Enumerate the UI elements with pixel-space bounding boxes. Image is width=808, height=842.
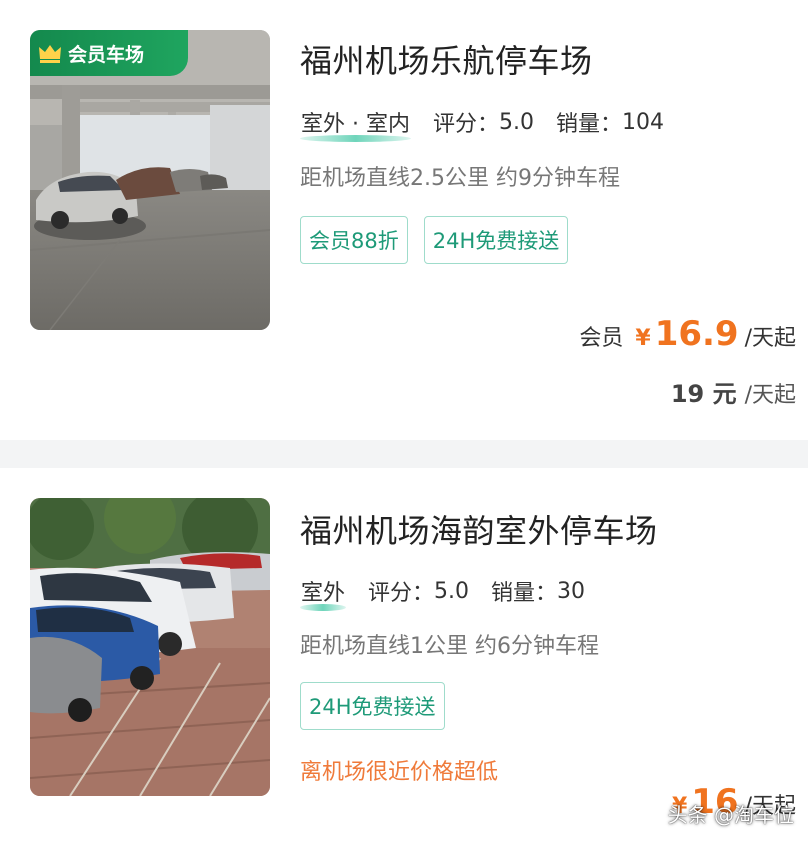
member-price: 会员 ¥ 16.9 /天起 bbox=[579, 314, 796, 354]
member-discount-tag: 会员88折 bbox=[300, 216, 408, 264]
regular-price-amount: 19 元 bbox=[670, 380, 737, 408]
price-unit: /天起 bbox=[744, 326, 796, 351]
crown-icon bbox=[39, 45, 61, 63]
feature-tags: 会员88折 24H免费接送 bbox=[300, 216, 584, 264]
environment-label: 室外 · 室内 bbox=[300, 106, 411, 142]
source-watermark: 头条 @淘车位 bbox=[667, 803, 794, 827]
feature-tags: 24H免费接送 bbox=[300, 682, 461, 730]
parking-listing-card[interactable]: 会员车场 福州机场乐航停车场 室外 · 室内 评分： 5.0 销量： 104 距… bbox=[0, 0, 808, 440]
distance-info: 距机场直线1公里 约6分钟车程 bbox=[300, 634, 599, 659]
sales-label: 销量： bbox=[491, 581, 558, 606]
free-shuttle-tag: 24H免费接送 bbox=[300, 682, 445, 730]
sales-value: 30 bbox=[557, 578, 586, 604]
parking-lot-photo[interactable] bbox=[30, 498, 270, 796]
regular-price-unit: /天起 bbox=[744, 383, 796, 408]
member-lot-badge: 会员车场 bbox=[30, 30, 188, 76]
promo-text: 离机场很近价格超低 bbox=[300, 760, 499, 785]
distance-info: 距机场直线2.5公里 约9分钟车程 bbox=[300, 166, 620, 191]
listing-title[interactable]: 福州机场乐航停车场 bbox=[300, 36, 593, 82]
rating-value: 5.0 bbox=[434, 578, 470, 604]
member-price-label: 会员 bbox=[579, 326, 624, 351]
currency-symbol: ¥ bbox=[635, 326, 651, 351]
environment-label: 室外 bbox=[300, 575, 347, 611]
parking-lot-photo[interactable]: 会员车场 bbox=[30, 30, 270, 330]
rating-label: 评分： bbox=[368, 581, 435, 606]
sales-label: 销量： bbox=[556, 112, 623, 137]
listing-title[interactable]: 福州机场海韵室外停车场 bbox=[300, 506, 658, 552]
member-price-amount: 16.9 bbox=[654, 314, 739, 354]
member-lot-label: 会员车场 bbox=[68, 43, 145, 66]
parking-listing-card[interactable]: 福州机场海韵室外停车场 室外 评分： 5.0 销量： 30 距机场直线1公里 约… bbox=[0, 468, 808, 842]
listing-meta: 室外 评分： 5.0 销量： 30 bbox=[300, 575, 586, 611]
sales-value: 104 bbox=[622, 109, 665, 135]
rating-value: 5.0 bbox=[499, 109, 534, 135]
rating-label: 评分： bbox=[432, 112, 499, 137]
listing-meta: 室外 · 室内 评分： 5.0 销量： 104 bbox=[300, 106, 665, 142]
free-shuttle-tag: 24H免费接送 bbox=[423, 216, 569, 264]
outdoor-lot-image bbox=[30, 498, 270, 796]
regular-price: 19 元 /天起 bbox=[671, 374, 796, 409]
